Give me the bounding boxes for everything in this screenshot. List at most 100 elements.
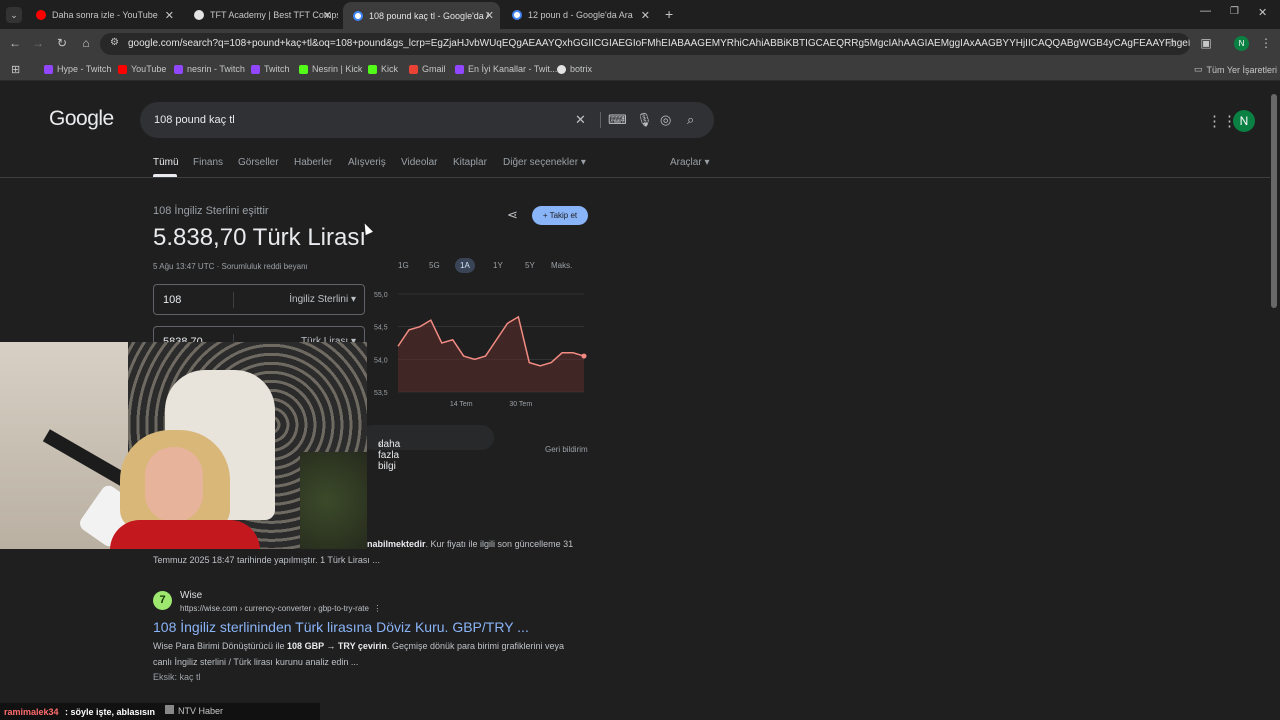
new-tab-icon[interactable]: + <box>665 6 673 22</box>
minimize-icon[interactable]: — <box>1200 5 1211 17</box>
bookmark-nesrin-twitch[interactable]: nesrin - Twitch <box>174 64 245 74</box>
chat-message: : söyle işte, ablasısın <box>65 707 156 717</box>
all-bookmarks-folder[interactable]: ▭ Tüm Yer İşaretleri <box>1194 64 1277 75</box>
page-scrollbar[interactable] <box>1271 94 1277 308</box>
more-vertical-icon[interactable]: ⋮ <box>373 604 381 613</box>
bookmark-youtube[interactable]: YouTube <box>118 64 166 74</box>
bookmark-label: Nesrin | Kick <box>312 64 363 74</box>
ntv-result-label[interactable]: NTV Haber <box>165 705 223 716</box>
webcam-overlay <box>0 342 367 549</box>
tab-news[interactable]: Haberler <box>294 157 332 168</box>
search-icon[interactable]: ⌕ <box>687 112 694 128</box>
menu-kebab-icon[interactable]: ⋮ <box>1258 36 1274 50</box>
from-currency-select[interactable]: İngiliz Sterlini ▾ <box>289 294 356 305</box>
tab-videos[interactable]: Videolar <box>401 157 438 168</box>
youtube-icon <box>118 64 127 74</box>
keyboard-icon[interactable]: ⌨ <box>608 112 627 128</box>
bookmark-label: Twitch <box>264 64 290 74</box>
reload-icon[interactable]: ↻ <box>54 36 70 50</box>
x-tick-label: 14 Tem <box>450 401 473 408</box>
chat-overlay: ramimalek34 : söyle işte, ablasısın <box>0 703 320 720</box>
snippet-text: Wise Para Birimi Dönüştürücü ile <box>153 641 288 651</box>
bookmark-gmail[interactable]: Gmail <box>409 64 446 74</box>
more-info-button[interactable]: daha fazla bilgi › <box>360 425 494 472</box>
botrix-icon <box>557 64 566 74</box>
timestamp[interactable]: 5 Ağu 13:47 UTC · Sorumluluk reddi beyan… <box>153 262 308 271</box>
bookmark-label: En İyi Kanallar - Twit... <box>468 64 558 74</box>
range-5d[interactable]: 5G <box>424 258 445 273</box>
twitch-icon <box>455 64 464 74</box>
range-max[interactable]: Maks. <box>546 258 577 273</box>
extensions-icon[interactable]: ▣ <box>1198 36 1214 50</box>
bookmark-star-icon[interactable]: ☆ <box>1164 36 1180 50</box>
wise-result-title-link[interactable]: 108 İngiliz sterlininden Türk lirasına D… <box>153 619 529 635</box>
chart-area <box>398 316 584 392</box>
home-icon[interactable]: ⌂ <box>78 36 94 50</box>
conversion-result: 5.838,70 Türk Lirası <box>153 224 367 251</box>
tab-youtube[interactable]: Daha sonra izle - YouTube ✕ <box>26 4 180 26</box>
bookmark-hype-twitch[interactable]: Hype - Twitch <box>44 64 111 74</box>
x-tick-label: 30 Tem <box>509 401 532 408</box>
range-5y[interactable]: 5Y <box>520 258 540 273</box>
close-icon[interactable]: ✕ <box>485 9 494 22</box>
bookmark-en-iyi-kanallar[interactable]: En İyi Kanallar - Twit... <box>455 64 557 74</box>
tab-google-search-2[interactable]: 12 poun d - Google'da Ara ✕ <box>502 4 656 26</box>
tab-google-search-active[interactable]: 108 pound kaç tl - Google'da Ara ✕ <box>343 2 500 29</box>
from-amount-field[interactable]: 108 İngiliz Sterlini ▾ <box>153 284 365 315</box>
streamer-shirt <box>110 520 260 549</box>
address-bar[interactable]: ⚙ google.com/search?q=108+pound+kaç+tl&o… <box>100 33 1190 55</box>
tab-tft-academy[interactable]: TFT Academy | Best TFT Comps ✕ <box>184 4 338 26</box>
gmail-icon <box>409 64 418 74</box>
exchange-rate-chart[interactable]: 55,0 54,5 54,0 53,5 14 Tem 30 Tem <box>372 288 590 410</box>
close-icon[interactable]: ✕ <box>165 9 174 22</box>
back-arrow-icon[interactable]: ← <box>7 36 23 50</box>
feedback-link[interactable]: Geri bildirim <box>545 445 588 454</box>
snippet-bold: nabilmektedir <box>367 539 426 549</box>
folder-icon: ▭ <box>1194 64 1203 74</box>
profile-avatar[interactable]: N <box>1234 36 1249 51</box>
search-box[interactable]: 108 pound kaç tl ✕ ⌨ 🎙 ◎ ⌕ <box>140 102 714 138</box>
snippet-text: . Geçmişe dönük para birimi grafiklerini… <box>386 641 565 651</box>
google-logo[interactable]: Google <box>49 107 114 131</box>
maximize-icon[interactable]: ❐ <box>1230 6 1239 17</box>
tab-search-dropdown-icon[interactable]: ⌄ <box>6 7 22 23</box>
bookmark-botrix[interactable]: botrix <box>557 64 592 74</box>
microphone-icon[interactable]: 🎙 <box>636 112 653 128</box>
tab-all[interactable]: Tümü <box>153 157 179 168</box>
apps-icon[interactable]: ⊞ <box>11 63 20 76</box>
tab-more-options[interactable]: Diğer seçenekler ▾ <box>503 157 586 168</box>
wise-site-name[interactable]: Wise <box>180 590 202 601</box>
forward-arrow-icon[interactable]: → <box>30 36 46 50</box>
window-close-icon[interactable]: ✕ <box>1258 6 1267 19</box>
follow-button[interactable]: + Takip et <box>532 206 588 225</box>
bookmark-label: Tüm Yer İşaretleri <box>1206 64 1278 75</box>
site-info-icon[interactable]: ⚙ <box>110 37 119 48</box>
range-1m[interactable]: 1A <box>455 258 475 273</box>
bookmark-label: YouTube <box>131 64 167 74</box>
twitch-icon <box>251 64 260 74</box>
y-tick-label: 54,0 <box>374 357 388 364</box>
bookmark-twitch[interactable]: Twitch <box>251 64 290 74</box>
tab-shopping[interactable]: Alışveriş <box>348 157 386 168</box>
range-1d[interactable]: 1G <box>393 258 414 273</box>
from-value[interactable]: 108 <box>163 294 181 306</box>
account-avatar[interactable]: N <box>1233 110 1255 132</box>
share-icon[interactable]: ⋖ <box>507 207 518 223</box>
search-input[interactable]: 108 pound kaç tl <box>154 114 235 126</box>
tab-books[interactable]: Kitaplar <box>453 157 487 168</box>
tab-images[interactable]: Görseller <box>238 157 279 168</box>
bookmark-kick[interactable]: Kick <box>368 64 398 74</box>
tab-strip: ⌄ Daha sonra izle - YouTube ✕ TFT Academ… <box>0 0 1280 29</box>
close-icon[interactable]: ✕ <box>323 9 332 22</box>
wise-url[interactable]: https://wise.com › currency-converter › … <box>180 604 381 613</box>
google-lens-icon[interactable]: ◎ <box>660 112 671 128</box>
clear-icon[interactable]: ✕ <box>575 112 586 128</box>
tab-finance[interactable]: Finans <box>193 157 223 168</box>
range-1y[interactable]: 1Y <box>488 258 508 273</box>
result-snippet-line2: Temmuz 2025 18:47 tarihinde yapılmıştır.… <box>153 555 380 565</box>
result-snippet: nabilmektedir. Kur fiyatı ile ilgili son… <box>367 539 573 549</box>
bookmark-nesrin-kick[interactable]: Nesrin | Kick <box>299 64 362 74</box>
tools-button[interactable]: Araçlar ▾ <box>670 157 709 168</box>
close-icon[interactable]: ✕ <box>641 9 650 22</box>
tft-favicon-icon <box>194 10 204 20</box>
